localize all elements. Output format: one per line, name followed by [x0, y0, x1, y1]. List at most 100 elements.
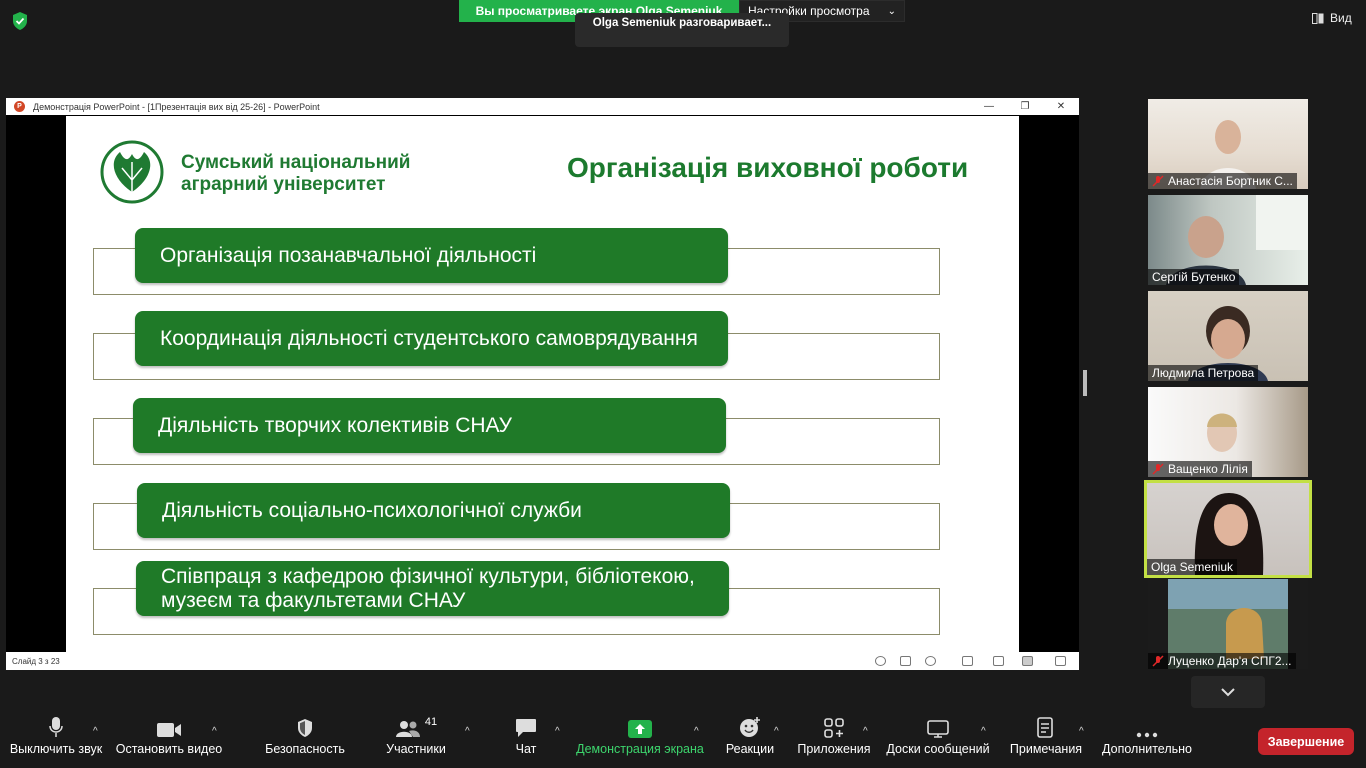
- chat-label: Чат: [515, 742, 537, 756]
- reading-view-icon[interactable]: [1022, 656, 1033, 666]
- slide-item: Діяльність творчих колективів СНАУ: [133, 398, 726, 453]
- resize-handle[interactable]: [1083, 370, 1087, 396]
- participant-name: Луценко Дар'я СПГ2...: [1168, 654, 1292, 668]
- more-label: Дополнительно: [1102, 742, 1192, 756]
- meeting-toolbar: Выключить звук ^ Остановить видео ^ Безо…: [0, 712, 1366, 768]
- participant-name: Сергій Бутенко: [1152, 270, 1236, 284]
- ppt-window-title: Демонстрація PowerPoint - [1Презентація …: [33, 101, 320, 112]
- mute-label: Выключить звук: [9, 742, 103, 756]
- whiteboards-label: Доски сообщений: [886, 742, 990, 756]
- menu-icon[interactable]: [900, 656, 911, 666]
- apps-options-caret[interactable]: ^: [863, 726, 868, 737]
- speaker-indicator: Olga Semeniuk разговаривает...: [575, 13, 789, 47]
- chat-button[interactable]: Чат: [506, 712, 546, 768]
- slideshow-icon[interactable]: [1055, 656, 1066, 666]
- whiteboards-button[interactable]: Доски сообщений: [884, 712, 992, 768]
- participants-options-caret[interactable]: ^: [465, 726, 470, 737]
- notes-button[interactable]: Примечания: [1006, 712, 1086, 768]
- view-label: Вид: [1330, 11, 1352, 25]
- slide-canvas: Сумський національний аграрний університ…: [66, 116, 1019, 652]
- participant-tile[interactable]: Луценко Дар'я СПГ2...: [1148, 579, 1308, 669]
- university-name-line2: аграрний університет: [181, 174, 386, 195]
- reactions-options-caret[interactable]: ^: [774, 726, 779, 737]
- view-button[interactable]: Вид: [1312, 11, 1352, 25]
- mute-button[interactable]: Выключить звук: [8, 712, 104, 768]
- minimize-icon[interactable]: —: [971, 98, 1007, 115]
- shared-powerpoint-window: P Демонстрація PowerPoint - [1Презентаці…: [6, 98, 1079, 670]
- participant-name-label: Сергій Бутенко: [1148, 269, 1240, 285]
- slide-item: Координація діяльності студентського сам…: [135, 311, 728, 366]
- audio-options-caret[interactable]: ^: [93, 726, 98, 737]
- whiteboards-options-caret[interactable]: ^: [981, 726, 986, 737]
- participants-icon: [395, 721, 420, 737]
- more-dots-icon: [1136, 732, 1158, 738]
- slide-item: Організація позанавчальної діяльності: [135, 228, 728, 283]
- share-options-caret[interactable]: ^: [694, 726, 699, 737]
- close-icon[interactable]: ✕: [1043, 98, 1079, 115]
- university-logo: [100, 140, 164, 204]
- security-shield-icon[interactable]: [10, 11, 30, 31]
- more-button[interactable]: Дополнительно: [1100, 712, 1194, 768]
- smiley-icon: [740, 717, 760, 737]
- participant-name-label: Анастасія Бортник С...: [1148, 173, 1297, 189]
- participants-button[interactable]: 41 Участники: [383, 712, 449, 768]
- security-label: Безопасность: [265, 742, 345, 756]
- chevron-down-icon: [1221, 688, 1235, 697]
- slide-title: Організація виховної роботи: [567, 152, 969, 183]
- share-screen-label: Демонстрация экрана: [576, 742, 704, 756]
- share-screen-icon: [628, 720, 652, 738]
- previous-slide-icon[interactable]: [875, 656, 886, 666]
- mic-muted-icon: [1152, 175, 1164, 187]
- participant-name-label: Olga Semeniuk: [1147, 559, 1238, 575]
- stop-video-label: Остановить видео: [115, 742, 223, 756]
- apps-button[interactable]: Приложения: [796, 712, 872, 768]
- participant-tile[interactable]: Анастасія Бортник С...: [1148, 99, 1308, 189]
- gallery-scroll-down-button[interactable]: [1191, 676, 1265, 708]
- restore-icon[interactable]: ❐: [1007, 98, 1043, 115]
- mic-muted-icon: [1152, 655, 1164, 667]
- microphone-icon: [49, 717, 63, 737]
- normal-view-icon[interactable]: [962, 656, 973, 666]
- university-name: Сумський національний аграрний університ…: [181, 152, 410, 196]
- stop-video-button[interactable]: Остановить видео: [116, 712, 222, 768]
- notes-options-caret[interactable]: ^: [1079, 726, 1084, 737]
- participant-name: Olga Semeniuk: [1151, 560, 1234, 574]
- notes-icon: [1037, 717, 1053, 738]
- whiteboard-icon: [927, 720, 949, 738]
- chevron-down-icon: ⌄: [887, 5, 896, 17]
- video-camera-icon: [157, 723, 181, 737]
- next-slide-icon[interactable]: [925, 656, 936, 666]
- participant-name-label: Ващенко Лілія: [1148, 461, 1252, 477]
- apps-icon: [824, 718, 844, 738]
- participant-tile[interactable]: Сергій Бутенко: [1148, 195, 1308, 285]
- participant-tile[interactable]: Людмила Петрова: [1148, 291, 1308, 381]
- mic-muted-icon: [1152, 463, 1164, 475]
- participant-tile-active-speaker[interactable]: Olga Semeniuk: [1144, 480, 1312, 578]
- apps-label: Приложения: [797, 742, 871, 756]
- university-name-line1: Сумський національний: [181, 152, 411, 173]
- notes-label: Примечания: [1009, 742, 1083, 756]
- powerpoint-icon: P: [14, 101, 25, 112]
- security-button[interactable]: Безопасность: [262, 712, 348, 768]
- slide-counter: Слайд 3 з 23: [12, 656, 60, 666]
- participant-name: Людмила Петрова: [1152, 366, 1255, 380]
- video-options-caret[interactable]: ^: [212, 726, 217, 737]
- ppt-titlebar: P Демонстрація PowerPoint - [1Презентаці…: [6, 98, 1079, 115]
- slide-sorter-icon[interactable]: [993, 656, 1004, 666]
- ppt-statusbar: Слайд 3 з 23: [6, 652, 1079, 670]
- slide-item: Діяльність соціально-психологічної служб…: [137, 483, 730, 538]
- participants-label: Участники: [386, 742, 446, 756]
- participant-tile[interactable]: Ващенко Лілія: [1148, 387, 1308, 477]
- chat-bubble-icon: [516, 719, 536, 737]
- chat-options-caret[interactable]: ^: [555, 726, 560, 737]
- end-meeting-button[interactable]: Завершение: [1258, 728, 1354, 755]
- participant-name-label: Луценко Дар'я СПГ2...: [1148, 653, 1296, 669]
- participant-name: Ващенко Лілія: [1168, 462, 1248, 476]
- reactions-label: Реакции: [725, 742, 775, 756]
- slide-item: Співпраця з кафедрою фізичної культури, …: [136, 561, 729, 616]
- shield-icon: [298, 719, 312, 737]
- participants-count: 41: [424, 716, 438, 728]
- participant-name-label: Людмила Петрова: [1148, 365, 1259, 381]
- reactions-button[interactable]: Реакции: [724, 712, 776, 768]
- share-screen-button[interactable]: Демонстрация экрана: [576, 712, 704, 768]
